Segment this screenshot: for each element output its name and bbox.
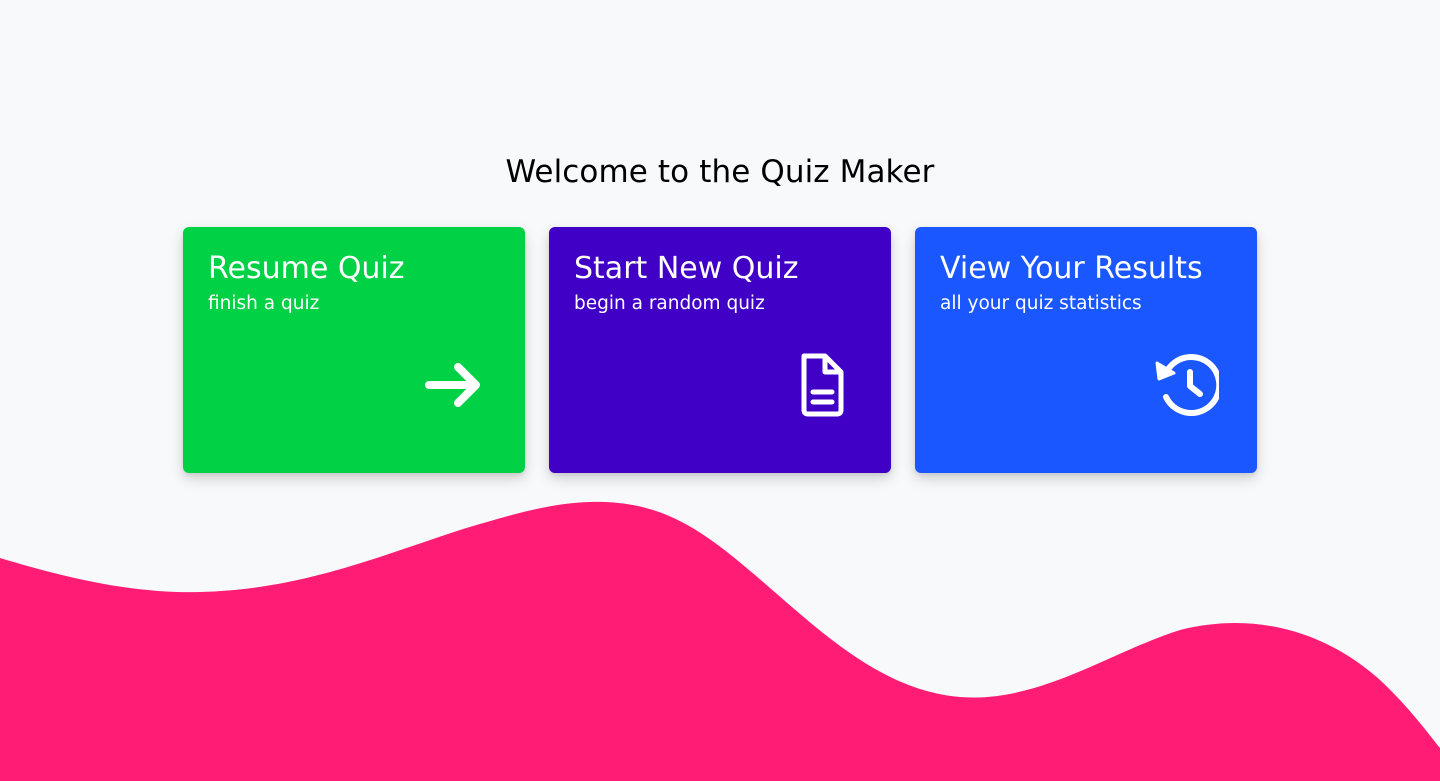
document-icon <box>801 353 844 417</box>
resume-quiz-title: Resume Quiz <box>208 251 405 286</box>
view-results-subtitle: all your quiz statistics <box>940 293 1142 314</box>
history-icon <box>1155 354 1219 416</box>
start-new-quiz-card[interactable]: Start New Quiz begin a random quiz <box>549 227 891 473</box>
page-title: Welcome to the Quiz Maker <box>505 154 935 190</box>
resume-quiz-subtitle: finish a quiz <box>208 293 320 314</box>
arrow-right-icon <box>425 363 480 407</box>
start-new-quiz-subtitle: begin a random quiz <box>574 293 765 314</box>
start-new-quiz-title: Start New Quiz <box>574 251 799 286</box>
view-results-card[interactable]: View Your Results all your quiz statisti… <box>915 227 1257 473</box>
view-results-title: View Your Results <box>940 251 1203 286</box>
resume-quiz-card[interactable]: Resume Quiz finish a quiz <box>183 227 525 473</box>
